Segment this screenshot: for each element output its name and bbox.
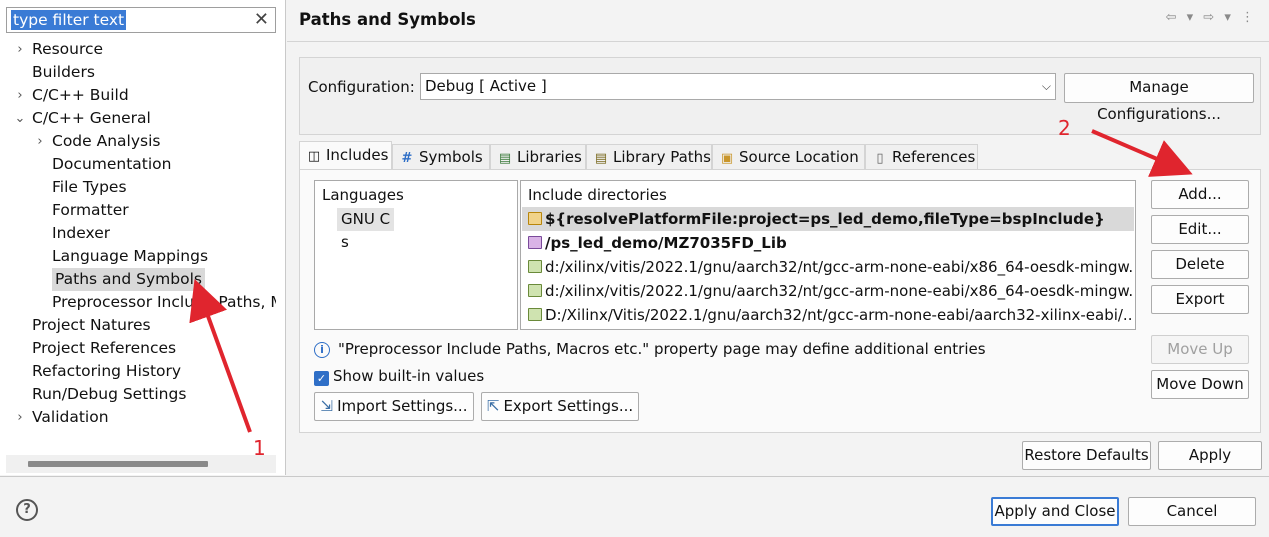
languages-list[interactable]: Languages GNU C s <box>314 180 518 330</box>
configuration-label: Configuration: <box>308 78 415 96</box>
import-settings-button[interactable]: ⇲ Import Settings... <box>314 392 474 421</box>
tree-item-refactoring-history[interactable]: Refactoring History <box>14 360 181 383</box>
cancel-button[interactable]: Cancel <box>1128 497 1256 526</box>
tree-item-formatter[interactable]: Formatter <box>34 199 129 222</box>
include-row[interactable]: d:/xilinx/vitis/2022.1/gnu/aarch32/nt/gc… <box>522 279 1134 303</box>
dialog-button-bar: ? Apply and Close Cancel <box>0 476 1269 537</box>
includes-tab-panel: Languages GNU C s Include directories ${… <box>299 169 1261 433</box>
add-button[interactable]: Add... <box>1151 180 1249 209</box>
tree-item-validation[interactable]: › Validation <box>14 406 108 429</box>
filesystem-folder-icon <box>528 308 542 321</box>
apply-button[interactable]: Apply <box>1158 441 1262 470</box>
chevron-right-icon[interactable]: › <box>14 38 26 61</box>
tree-item-project-natures[interactable]: Project Natures <box>14 314 151 337</box>
property-page: Paths and Symbols ⇦ ▾ ⇨ ▾ ⋮ Configuratio… <box>287 0 1269 475</box>
libraries-icon: ▤ <box>498 151 512 166</box>
page-navigation-icons[interactable]: ⇦ ▾ ⇨ ▾ ⋮ <box>1166 10 1257 25</box>
source-location-icon: ▣ <box>720 151 734 166</box>
restore-defaults-button[interactable]: Restore Defaults <box>1022 441 1151 470</box>
configuration-value: Debug [ Active ] <box>425 77 547 95</box>
apply-and-close-button[interactable]: Apply and Close <box>991 497 1119 526</box>
hash-icon: # <box>401 151 413 166</box>
tree-horizontal-scrollbar[interactable] <box>6 455 276 473</box>
chevron-down-icon[interactable]: ⌄ <box>14 107 26 130</box>
show-built-in-checkbox[interactable]: ✓ Show built-in values <box>314 367 484 386</box>
configuration-group: Configuration: Debug [ Active ] ⌵ Manage… <box>299 57 1261 135</box>
info-icon: i <box>314 342 330 358</box>
clear-filter-icon[interactable]: ✕ <box>254 9 269 31</box>
export-settings-button[interactable]: ⇱ Export Settings... <box>481 392 639 421</box>
tab-source-location[interactable]: ▣ Source Location <box>712 144 865 170</box>
page-title: Paths and Symbols <box>299 10 476 29</box>
tab-includes[interactable]: ◫ Includes <box>299 141 392 171</box>
tree-item-run-debug-settings[interactable]: Run/Debug Settings <box>14 383 186 406</box>
export-settings-icon: ⇱ <box>486 397 500 415</box>
tab-references[interactable]: ▯ References <box>865 144 978 170</box>
configuration-select[interactable]: Debug [ Active ] ⌵ <box>420 73 1056 100</box>
tab-libraries[interactable]: ▤ Libraries <box>490 144 586 170</box>
manage-configurations-button[interactable]: Manage Configurations... <box>1064 73 1254 123</box>
tree-item-preprocessor-include-paths[interactable]: Preprocessor Include Paths, Ma <box>34 291 276 314</box>
tree-item-cpp-build[interactable]: › C/C++ Build <box>14 84 128 107</box>
scrollbar-thumb[interactable] <box>28 461 208 467</box>
chevron-down-icon[interactable]: ⌵ <box>1042 74 1051 99</box>
include-directories-header: Include directories <box>528 186 667 204</box>
import-settings-icon: ⇲ <box>320 397 334 415</box>
annotation-label-1: 1 <box>253 436 266 460</box>
header-divider <box>287 41 1269 42</box>
tree-item-file-types[interactable]: File Types <box>34 176 127 199</box>
annotation-label-2: 2 <box>1058 116 1071 140</box>
includes-icon: ◫ <box>307 149 321 164</box>
filesystem-folder-icon <box>528 260 542 273</box>
tree-item-paths-and-symbols[interactable]: Paths and Symbols <box>34 268 205 291</box>
edit-button[interactable]: Edit... <box>1151 215 1249 244</box>
filter-input[interactable]: type filter text ✕ <box>6 7 276 33</box>
include-directories-list[interactable]: Include directories ${resolvePlatformFil… <box>520 180 1136 330</box>
help-icon[interactable]: ? <box>16 499 38 521</box>
include-row[interactable]: d:/xilinx/vitis/2022.1/gnu/aarch32/nt/gc… <box>522 255 1134 279</box>
info-message: i "Preprocessor Include Paths, Macros etc… <box>314 340 986 358</box>
include-variable-icon <box>528 212 542 225</box>
export-button[interactable]: Export <box>1151 285 1249 314</box>
tree-item-indexer[interactable]: Indexer <box>34 222 110 245</box>
library-paths-icon: ▤ <box>594 151 608 166</box>
tree-item-language-mappings[interactable]: Language Mappings <box>34 245 208 268</box>
workspace-folder-icon <box>528 236 542 249</box>
chevron-right-icon[interactable]: › <box>34 130 46 153</box>
tree-item-resource[interactable]: › Resource <box>14 38 103 61</box>
preferences-tree-pane: type filter text ✕ › Resource Builders ›… <box>0 0 286 475</box>
tree-item-project-references[interactable]: Project References <box>14 337 176 360</box>
tree-item-cpp-general[interactable]: ⌄ C/C++ General <box>14 107 151 130</box>
references-icon: ▯ <box>876 151 884 166</box>
delete-button[interactable]: Delete <box>1151 250 1249 279</box>
filesystem-folder-icon <box>528 284 542 297</box>
include-row[interactable]: D:/Xilinx/Vitis/2022.1/gnu/aarch32/nt/gc… <box>522 303 1134 327</box>
languages-header: Languages <box>322 186 404 204</box>
tree-item-code-analysis[interactable]: › Code Analysis <box>34 130 160 153</box>
include-row[interactable]: ${resolvePlatformFile:project=ps_led_dem… <box>522 207 1134 231</box>
tab-symbols[interactable]: # Symbols <box>392 144 490 170</box>
language-item-s[interactable]: s <box>341 231 349 254</box>
move-up-button[interactable]: Move Up <box>1151 335 1249 364</box>
tree-item-documentation[interactable]: Documentation <box>34 153 172 176</box>
tab-library-paths[interactable]: ▤ Library Paths <box>586 144 712 170</box>
language-item-gnu-c[interactable]: GNU C <box>337 208 395 231</box>
tree-item-builders[interactable]: Builders <box>14 61 95 84</box>
include-row[interactable]: /ps_led_demo/MZ7035FD_Lib <box>522 231 1134 255</box>
checkbox-checked-icon[interactable]: ✓ <box>314 371 329 386</box>
move-down-button[interactable]: Move Down <box>1151 370 1249 399</box>
chevron-right-icon[interactable]: › <box>14 84 26 107</box>
chevron-right-icon[interactable]: › <box>14 406 26 429</box>
filter-text: type filter text <box>11 10 127 30</box>
